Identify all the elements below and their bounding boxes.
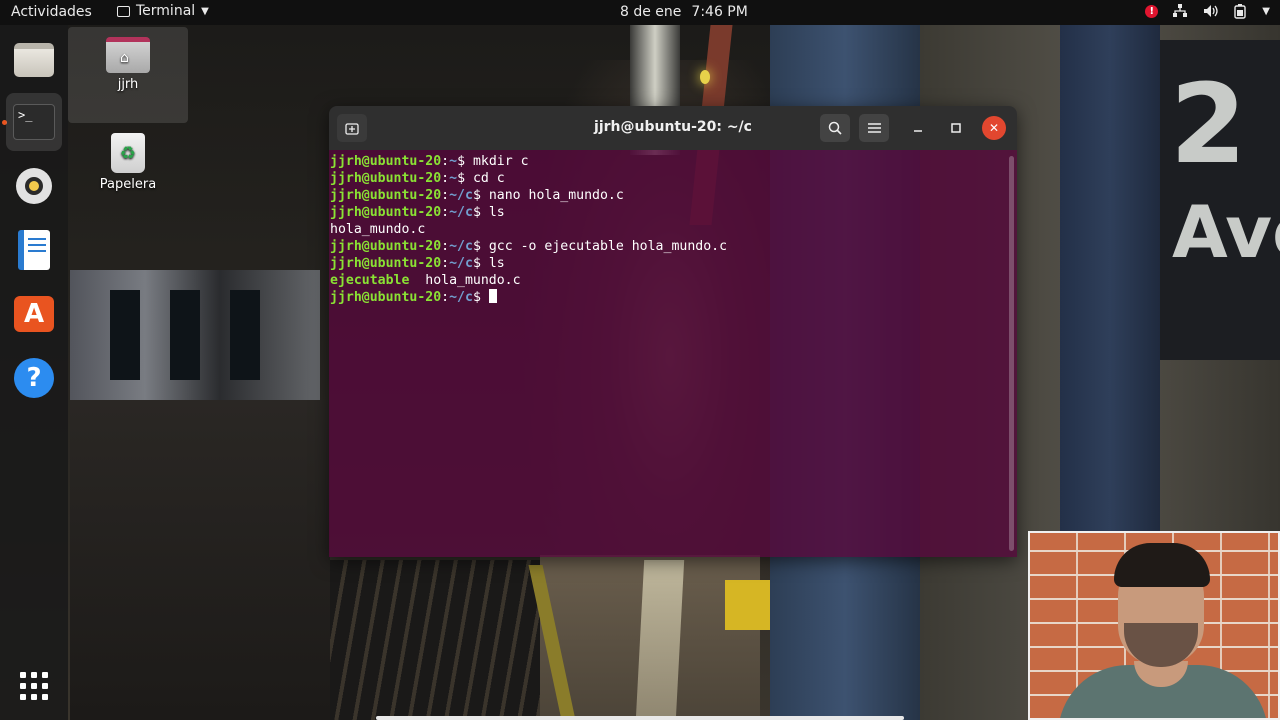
terminal-window[interactable]: jjrh@ubuntu-20: ~/c ✕ jjrh@ubuntu-20:~$ … <box>329 106 1017 557</box>
terminal-app-icon <box>117 5 130 17</box>
battery-icon[interactable] <box>1232 3 1248 19</box>
app-menu-label: Terminal <box>136 3 196 19</box>
terminal-output[interactable]: jjrh@ubuntu-20:~$ mkdir c jjrh@ubuntu-20… <box>329 150 1017 557</box>
wallpaper-lamp <box>700 70 710 84</box>
wallpaper-platform-stripe <box>635 560 685 720</box>
prompt-path: ~/c <box>449 256 473 271</box>
command-text: ls <box>488 205 505 220</box>
hamburger-menu-button[interactable] <box>859 114 889 142</box>
terminal-output-line: hola_mundo.c <box>330 222 426 237</box>
app-grid-icon <box>20 672 48 700</box>
maximize-button[interactable] <box>942 114 970 142</box>
activities-button[interactable]: Actividades <box>11 4 92 20</box>
command-text: ls <box>488 256 505 271</box>
wallpaper-sign-text: Ave <box>1172 190 1280 274</box>
prompt-user: jjrh@ubuntu-20 <box>330 239 442 254</box>
alert-icon[interactable]: ! <box>1145 4 1159 18</box>
terminal-scrollbar[interactable] <box>1009 156 1014 551</box>
caret-down-icon[interactable]: ▼ <box>1262 6 1270 17</box>
prompt-user: jjrh@ubuntu-20 <box>330 171 442 186</box>
desktop-home-folder[interactable]: ⌂ jjrh <box>68 27 188 123</box>
dock: >_ A ? <box>0 25 68 720</box>
home-folder-icon: ⌂ <box>106 37 150 73</box>
wallpaper-yellow-post <box>725 580 770 630</box>
clock[interactable]: 8 de ene 7:46 PM <box>620 4 748 20</box>
video-progress-bar <box>376 716 904 720</box>
webcam-overlay <box>1028 531 1280 720</box>
close-button[interactable]: ✕ <box>982 116 1006 140</box>
wallpaper-sign-number: 2 <box>1170 60 1247 188</box>
ubuntu-software-icon: A <box>14 296 54 332</box>
dock-writer[interactable] <box>6 221 62 279</box>
prompt-path: ~/c <box>449 239 473 254</box>
terminal-line: jjrh@ubuntu-20:~/c$ <box>330 289 1017 306</box>
minimize-button[interactable] <box>904 114 932 142</box>
command-text: gcc -o ejecutable hola_mundo.c <box>488 239 728 254</box>
top-bar: Actividades Terminal ▼ 8 de ene 7:46 PM … <box>0 0 1280 25</box>
dock-terminal[interactable]: >_ <box>6 93 62 151</box>
libreoffice-writer-icon <box>18 230 50 270</box>
terminal-headerbar[interactable]: jjrh@ubuntu-20: ~/c ✕ <box>329 106 1017 150</box>
dock-rhythmbox[interactable] <box>6 157 62 215</box>
app-menu[interactable]: Terminal ▼ <box>117 3 209 19</box>
terminal-output-line: ejecutable hola_mundo.c <box>330 272 1017 289</box>
wallpaper-train-window <box>170 290 200 380</box>
wallpaper-left-wall <box>70 400 330 720</box>
prompt-path: ~ <box>449 171 458 186</box>
wallpaper-train-window <box>230 290 260 380</box>
terminal-line: jjrh@ubuntu-20:~$ mkdir c <box>330 154 529 169</box>
terminal-icon: >_ <box>13 104 55 140</box>
show-applications-button[interactable] <box>6 657 62 715</box>
caret-down-icon: ▼ <box>201 5 209 17</box>
wallpaper-train-window <box>110 290 140 380</box>
terminal-line: jjrh@ubuntu-20:~/c$ gcc -o ejecutable ho… <box>330 239 728 254</box>
command-text: nano hola_mundo.c <box>488 188 624 203</box>
trash-icon: ♻ <box>111 133 145 173</box>
prompt-user: jjrh@ubuntu-20 <box>330 256 442 271</box>
network-icon[interactable] <box>1172 3 1188 19</box>
prompt-user: jjrh@ubuntu-20 <box>330 154 442 169</box>
command-text: cd c <box>472 171 505 186</box>
prompt-user: jjrh@ubuntu-20 <box>330 205 442 220</box>
prompt-path: ~/c <box>449 290 473 305</box>
prompt-path: ~/c <box>449 205 473 220</box>
output-file: hola_mundo.c <box>409 273 521 288</box>
text-cursor <box>488 289 497 303</box>
desktop-trash[interactable]: ♻ Papelera <box>68 125 188 192</box>
dock-files[interactable] <box>6 31 62 89</box>
volume-icon[interactable] <box>1202 3 1218 19</box>
home-folder-label: jjrh <box>117 77 139 92</box>
dock-software[interactable]: A <box>6 285 62 343</box>
rhythmbox-icon <box>16 168 52 204</box>
files-icon <box>14 43 54 77</box>
prompt-user: jjrh@ubuntu-20 <box>330 188 442 203</box>
help-icon: ? <box>14 358 54 398</box>
terminal-line: jjrh@ubuntu-20:~/c$ nano hola_mundo.c <box>330 188 624 203</box>
system-tray[interactable]: ! ▼ <box>1145 3 1270 19</box>
terminal-line: jjrh@ubuntu-20:~$ cd c <box>330 171 505 186</box>
dock-help[interactable]: ? <box>6 349 62 407</box>
prompt-user: jjrh@ubuntu-20 <box>330 290 442 305</box>
webcam-person-hair <box>1114 543 1210 587</box>
executable-file: ejecutable <box>330 273 410 288</box>
clock-time: 7:46 PM <box>691 4 748 20</box>
search-button[interactable] <box>820 114 850 142</box>
command-text: mkdir c <box>472 154 529 169</box>
prompt-path: ~ <box>449 154 458 169</box>
prompt-path: ~/c <box>449 188 473 203</box>
trash-label: Papelera <box>99 177 157 192</box>
terminal-line: jjrh@ubuntu-20:~/c$ ls <box>330 205 505 220</box>
terminal-line: jjrh@ubuntu-20:~/c$ ls <box>330 256 505 271</box>
clock-date: 8 de ene <box>620 4 682 20</box>
